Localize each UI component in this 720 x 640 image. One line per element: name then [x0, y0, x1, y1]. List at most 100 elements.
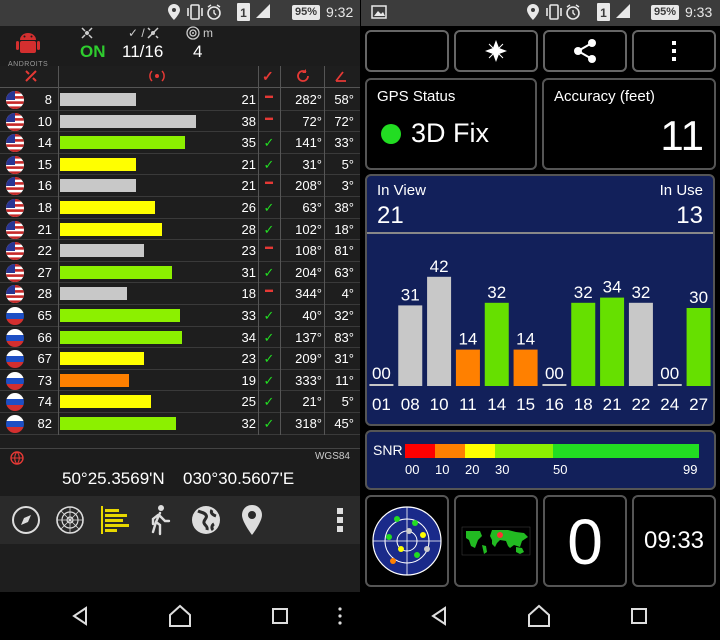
table-header: ✓	[0, 66, 360, 88]
sky-view-icon[interactable]	[52, 502, 88, 538]
home-icon[interactable]	[164, 600, 196, 632]
satellite-id-label: 18	[574, 395, 593, 414]
in-use-label: In Use	[659, 182, 703, 199]
location-icon	[527, 4, 539, 23]
satellite-prn: 8	[44, 92, 52, 107]
table-row: 8 21 ▬ 282° 58°	[0, 89, 360, 111]
satellite-prn: 65	[37, 308, 52, 323]
elevation-value: 32°	[334, 308, 354, 323]
snr-bar	[571, 302, 596, 386]
accuracy-value: 11	[660, 112, 704, 159]
gps-status-value: 3D Fix	[411, 118, 490, 148]
datum-label: WGS84	[314, 451, 350, 462]
us-flag-icon	[6, 263, 24, 282]
satellite-prn: 18	[37, 200, 52, 215]
satellite-id-label: 10	[430, 395, 449, 414]
snr-value: 35	[241, 135, 256, 151]
home-icon[interactable]	[523, 600, 555, 632]
used-check-icon: ✓	[263, 221, 275, 237]
back-icon[interactable]	[423, 600, 455, 632]
satellite-prn: 67	[37, 351, 52, 367]
table-row: 66 34 ✓ 137° 83°	[0, 327, 360, 349]
walking-icon[interactable]	[142, 502, 178, 538]
bar-value-label: 00	[660, 364, 679, 383]
used-header-icon: ✓	[262, 68, 274, 84]
alarm-icon	[206, 4, 222, 23]
recents-icon[interactable]	[264, 600, 296, 632]
snr-bar	[60, 222, 162, 236]
overflow-menu-icon[interactable]	[322, 502, 358, 538]
satellite-id-label: 08	[401, 395, 420, 414]
snr-bars: 00 01 31 08 42 10 14 11 32 14 14 15 00 16 32 18 34 21 32 22…	[369, 257, 711, 414]
us-flag-icon	[6, 242, 24, 261]
compass-button[interactable]	[454, 30, 538, 72]
map-pin-icon[interactable]	[234, 502, 270, 538]
bar-value-label: 31	[401, 285, 420, 304]
recents-icon[interactable]	[623, 600, 655, 632]
used-check-icon: ✓	[263, 351, 275, 367]
android-robot-icon	[16, 33, 40, 53]
nav-bar	[361, 592, 720, 640]
us-flag-icon	[6, 134, 24, 153]
elevation-value: 63°	[334, 264, 354, 280]
snr-bar	[628, 302, 653, 386]
sky-view-tile[interactable]	[365, 495, 449, 587]
snr-label: SNR	[373, 442, 403, 458]
table-row: 28 18 ▬ 344° 4°	[0, 283, 360, 305]
in-use-value: 13	[676, 202, 703, 229]
map-tile[interactable]	[454, 495, 538, 587]
used-check-icon: ✓	[263, 308, 275, 323]
speed-value: 0	[567, 506, 603, 578]
azimuth-value: 208°	[295, 178, 322, 194]
elevation-value: 31°	[334, 351, 354, 367]
compass-icon[interactable]	[8, 502, 44, 538]
snr-bar	[427, 276, 452, 386]
svg-text:1: 1	[600, 6, 607, 20]
table-row: 22 23 ▬ 108° 81°	[0, 240, 360, 262]
bar-value-label: 00	[545, 364, 564, 383]
snr-bar	[398, 305, 423, 386]
status-time: 9:32	[326, 4, 354, 20]
snr-bar	[60, 93, 137, 106]
svg-text:1: 1	[240, 6, 247, 20]
snr-value: 23	[241, 351, 256, 367]
used-total-label: ✓ /	[128, 26, 145, 40]
latitude: 50°25.3569'N	[62, 469, 165, 488]
elevation-value: 18°	[334, 221, 354, 237]
azimuth-value: 333°	[295, 372, 322, 388]
snr-value: 31	[241, 264, 256, 280]
signal-icon	[254, 2, 272, 23]
satellite-snr-chart: In View 21 In Use 13 00 01 31 08 42 10 14 11 32 1…	[365, 174, 715, 426]
table-row: 10 38 ▬ 72° 72°	[0, 111, 360, 133]
azimuth-value: 204°	[295, 264, 322, 280]
snr-legend-tile: SNR 00 10 20 30 50 99	[365, 430, 716, 490]
russia-flag-icon	[6, 393, 24, 412]
satellite-prn: 21	[37, 221, 52, 237]
status-time: 9:33	[685, 4, 713, 20]
in-view-value: 21	[377, 202, 404, 229]
elevation-value: 45°	[334, 416, 354, 431]
coordinates-panel: WGS84 50°25.3569'N 030°30.5607'E	[0, 448, 360, 496]
longitude: 030°30.5607'E	[183, 469, 295, 488]
night-mode-button[interactable]	[365, 30, 449, 72]
compass-star-icon	[485, 40, 507, 62]
used-check-icon: ✓	[263, 329, 275, 345]
snr-tick-label: 99	[683, 462, 698, 477]
russia-flag-icon	[6, 350, 24, 369]
russia-flag-icon	[6, 371, 24, 390]
snr-value: 18	[241, 286, 256, 302]
column-divider	[280, 66, 281, 435]
table-row: 18 26 ✓ 63° 38°	[0, 197, 360, 219]
battery-indicator: 95%	[651, 5, 679, 20]
signal-icon	[614, 2, 632, 23]
used-check-icon: ✓	[263, 135, 275, 151]
share-button[interactable]	[543, 30, 627, 72]
overflow-menu-button[interactable]	[632, 30, 716, 72]
nav-menu-icon[interactable]	[324, 600, 356, 632]
back-icon[interactable]	[64, 600, 96, 632]
signal-bars-icon[interactable]	[98, 502, 134, 538]
bar-value-label: 14	[516, 330, 535, 349]
world-globe-icon[interactable]	[188, 502, 224, 538]
app-logo: ANDROITS	[8, 28, 48, 68]
satellite-id-label: 22	[631, 395, 650, 414]
